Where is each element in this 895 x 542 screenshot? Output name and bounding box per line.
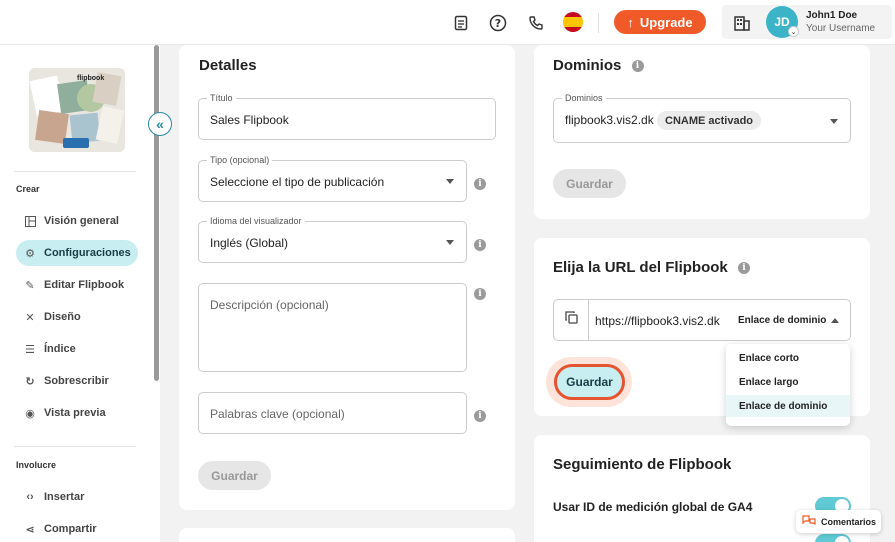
- info-icon[interactable]: i: [631, 60, 644, 73]
- section-create-heading: Crear: [16, 184, 40, 194]
- sidebar-item-overwrite[interactable]: ↻ Sobrescribir: [16, 368, 138, 394]
- copy-url-button[interactable]: [553, 299, 589, 341]
- code-icon: ‹›: [26, 491, 34, 503]
- link-type-select[interactable]: Enlace de dominio: [738, 315, 826, 326]
- design-tools-icon: ✕: [25, 311, 35, 324]
- type-select[interactable]: Tipo (opcional) Seleccione el tipo de pu…: [198, 155, 467, 202]
- arrow-up-icon: ↑: [627, 14, 634, 30]
- cname-status-badge: CNAME activado: [657, 111, 762, 130]
- tracking-title: Seguimiento de Flipbook: [553, 456, 732, 473]
- sidebar-item-design[interactable]: ✕ Diseño: [16, 304, 138, 330]
- spain-flag-icon[interactable]: [563, 12, 583, 32]
- sidebar-item-edit[interactable]: ✎ Editar Flipbook: [16, 272, 138, 298]
- divider: [14, 446, 136, 447]
- title-value: Sales Flipbook: [210, 113, 289, 127]
- option-short-link[interactable]: Enlace corto: [726, 347, 850, 369]
- language-select[interactable]: Idioma del visualizador Inglés (Global): [198, 216, 467, 263]
- sidebar-item-overview[interactable]: Visión general: [16, 208, 138, 234]
- domain-value: flipbook3.vis2.dk: [565, 113, 654, 127]
- option-long-link[interactable]: Enlace largo: [726, 371, 850, 393]
- url-save-button[interactable]: Guardar: [554, 364, 625, 400]
- domains-save-button[interactable]: Guardar: [553, 169, 626, 198]
- divider: [14, 171, 136, 172]
- username-label: Your Username: [806, 23, 876, 34]
- link-type-dropdown: Enlace corto Enlace largo Enlace de domi…: [726, 344, 850, 426]
- info-icon[interactable]: i: [474, 285, 486, 303]
- gear-icon: ⚙: [25, 247, 35, 260]
- chevron-down-icon: [830, 119, 838, 124]
- sidebar-scrollbar[interactable]: [154, 45, 159, 381]
- sidebar-item-settings[interactable]: ⚙ Configuraciones: [16, 240, 138, 266]
- chevron-down-icon: [446, 179, 454, 184]
- tracking-toggle-2[interactable]: [815, 534, 851, 542]
- share-icon: ⋖: [25, 523, 35, 536]
- sidebar-item-embed[interactable]: ‹› Insertar: [16, 484, 138, 510]
- title-field[interactable]: Título Sales Flipbook: [198, 93, 496, 140]
- next-card: [179, 528, 515, 542]
- phone-icon[interactable]: [525, 12, 547, 34]
- document-icon[interactable]: [450, 12, 472, 34]
- upgrade-button[interactable]: ↑ Upgrade: [614, 10, 706, 34]
- domains-title: Dominios i: [553, 57, 644, 74]
- url-title: Elija la URL del Flipbook i: [553, 259, 750, 276]
- collapse-sidebar-button[interactable]: «: [148, 112, 172, 136]
- copy-icon: [565, 311, 578, 329]
- thumbnail-text: flipbook: [77, 75, 104, 82]
- divider: [598, 13, 599, 33]
- user-name: John1 Doe: [806, 10, 858, 21]
- top-bar: ? ↑ Upgrade JD ⌄ John1 Doe Your Username: [0, 0, 895, 45]
- flipbook-url-field[interactable]: https://flipbook3.vis2.dk Enlace de domi…: [588, 299, 851, 341]
- url-value: https://flipbook3.vis2.dk: [595, 314, 720, 328]
- svg-text:?: ?: [495, 17, 501, 30]
- refresh-icon: ↻: [25, 375, 35, 388]
- details-save-button[interactable]: Guardar: [198, 461, 271, 490]
- chevron-down-icon: ⌄: [788, 26, 799, 37]
- info-icon[interactable]: i: [474, 236, 486, 254]
- keywords-input[interactable]: Palabras clave (opcional): [198, 392, 467, 434]
- eye-icon: ◉: [25, 407, 35, 420]
- flipbook-thumbnail[interactable]: flipbook: [29, 68, 125, 152]
- chevron-up-icon: [831, 318, 839, 323]
- info-icon[interactable]: i: [474, 407, 486, 425]
- layout-icon: [24, 215, 36, 227]
- chevron-down-icon: [446, 240, 454, 245]
- sidebar-item-preview[interactable]: ◉ Vista previa: [16, 400, 138, 426]
- help-icon[interactable]: ?: [487, 12, 509, 34]
- section-involve-heading: Involucre: [16, 460, 57, 470]
- pencil-icon: ✎: [25, 279, 35, 292]
- comments-button[interactable]: Comentarios: [796, 510, 881, 533]
- details-title: Detalles: [199, 57, 257, 74]
- sidebar-item-share[interactable]: ⋖ Compartir: [16, 516, 138, 542]
- description-textarea[interactable]: Descripción (opcional): [198, 283, 467, 372]
- building-icon[interactable]: [731, 12, 753, 34]
- option-domain-link[interactable]: Enlace de dominio: [726, 395, 850, 417]
- comment-bubble-icon: [802, 515, 816, 528]
- info-icon[interactable]: i: [474, 175, 486, 193]
- list-icon: ☰: [25, 343, 35, 356]
- info-icon[interactable]: i: [737, 262, 750, 275]
- sidebar-item-index[interactable]: ☰ Índice: [16, 336, 138, 362]
- ga4-label: Usar ID de medición global de GA4: [553, 500, 753, 514]
